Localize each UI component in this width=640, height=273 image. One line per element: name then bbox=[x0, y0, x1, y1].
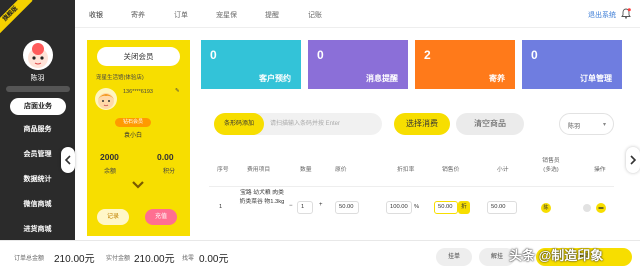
store-tag bbox=[6, 86, 70, 92]
barcode-input[interactable] bbox=[270, 113, 378, 135]
header-divider bbox=[209, 186, 614, 187]
order-total-label: 订单总金额 bbox=[14, 256, 45, 262]
watermark: 头条 @制造印象 bbox=[509, 248, 604, 263]
member-name: 袁小白 bbox=[124, 133, 143, 139]
edit-icon[interactable]: ✎ bbox=[175, 88, 180, 94]
member-card: 关闭会员 宠星生活馆(体验店) 136****6193 ✎ 钻石会员 袁小白 2… bbox=[87, 40, 190, 236]
chevron-left-icon[interactable] bbox=[61, 147, 75, 173]
close-member-button[interactable]: 关闭会员 bbox=[97, 47, 180, 66]
member-level-badge: 钻石会员 bbox=[115, 118, 151, 127]
logout-link[interactable]: 退出系统 bbox=[588, 10, 616, 20]
tile-orders-label: 订单管理 bbox=[580, 74, 612, 83]
tile-messages-label: 消息提醒 bbox=[366, 74, 398, 83]
staff-avatar[interactable]: 陈 bbox=[541, 203, 551, 213]
points-label: 积分 bbox=[163, 169, 176, 175]
member-avatar bbox=[95, 88, 117, 110]
subtotal-input[interactable]: 50.00 bbox=[487, 201, 517, 214]
change-label: 找零 bbox=[182, 256, 195, 262]
qty-decrease-button[interactable]: − bbox=[289, 203, 293, 209]
col-qty: 数量 bbox=[300, 167, 312, 173]
nav-orders[interactable]: 订单 bbox=[174, 10, 188, 20]
tile-orders[interactable]: 0 订单管理 bbox=[522, 40, 622, 89]
barcode-bar: 条形码添加 bbox=[214, 113, 382, 135]
row-item-name: 宝路 幼犬粮 肉类奶类菜谷 物1.3kg bbox=[239, 190, 285, 205]
points-value: 0.00 bbox=[157, 152, 174, 162]
col-price: 原价 bbox=[335, 167, 347, 173]
select-consumption-button[interactable]: 选择消费 bbox=[394, 113, 450, 135]
remove-item-icon[interactable] bbox=[596, 203, 606, 213]
sidebar-item-wechat-mall[interactable]: 微信商城 bbox=[0, 196, 75, 213]
nav-reminders[interactable]: 提醒 bbox=[265, 10, 279, 20]
col-subtotal: 小计 bbox=[497, 167, 509, 173]
nav-cashier[interactable]: 收银 bbox=[89, 10, 103, 20]
store-name: 陈羽 bbox=[30, 75, 45, 82]
paid-amount-label: 实付金额 bbox=[106, 256, 131, 262]
top-nav: 收银 寄养 订单 宠星保 提醒 记账 退出系统 bbox=[75, 0, 640, 28]
paid-amount-value: 210.00元 bbox=[134, 254, 175, 265]
col-discount: 折扣率 bbox=[397, 167, 415, 173]
tile-messages[interactable]: 0 消息提醒 bbox=[308, 40, 408, 89]
edition-ribbon: 旗舰版 bbox=[0, 0, 33, 37]
hold-order-button[interactable]: 挂单 bbox=[436, 248, 472, 266]
qty-increase-button[interactable]: + bbox=[319, 202, 323, 208]
nav-pet-insurance[interactable]: 宠星保 bbox=[216, 10, 237, 20]
barcode-add-button[interactable]: 条形码添加 bbox=[214, 113, 264, 135]
col-actions: 操作 bbox=[594, 167, 606, 173]
col-staff: 销售员 (多选) bbox=[542, 158, 560, 173]
bell-icon[interactable] bbox=[621, 8, 631, 19]
nav-boarding[interactable]: 寄养 bbox=[131, 10, 145, 20]
tile-messages-value: 0 bbox=[317, 48, 324, 62]
store-avatar[interactable] bbox=[23, 40, 53, 70]
tile-orders-value: 0 bbox=[531, 48, 538, 62]
balance-value: 2000 bbox=[100, 152, 119, 162]
balance-label: 余额 bbox=[104, 169, 117, 175]
tile-appointments-value: 0 bbox=[210, 48, 217, 62]
staff-select[interactable]: 陈羽 ▾ bbox=[559, 113, 614, 135]
sale-price-input[interactable]: 50.00 bbox=[434, 201, 458, 214]
discount-input[interactable]: 100.00 bbox=[386, 201, 412, 214]
recharge-button[interactable]: 充值 bbox=[145, 209, 177, 225]
qty-input[interactable]: 1 bbox=[297, 201, 313, 214]
sidebar-item-store-business[interactable]: 店面业务 bbox=[10, 98, 66, 115]
order-panel: 条形码添加 选择消费 清空商品 陈羽 ▾ 序号 费用项目 数量 原价 折扣率 销… bbox=[201, 100, 621, 240]
chevron-down-icon[interactable] bbox=[131, 180, 145, 190]
chevron-down-icon: ▾ bbox=[602, 122, 606, 128]
tile-appointments-label: 客户预约 bbox=[259, 74, 291, 83]
col-index: 序号 bbox=[217, 167, 229, 173]
nav-bookkeeping[interactable]: 记账 bbox=[308, 10, 322, 20]
member-phone: 136****6193 bbox=[123, 89, 153, 95]
tile-boarding-label: 寄养 bbox=[489, 74, 505, 83]
col-sale-price: 销售价 bbox=[442, 167, 460, 173]
record-button[interactable]: 记录 bbox=[97, 209, 129, 225]
row-index: 1 bbox=[219, 204, 223, 210]
item-detail-icon[interactable] bbox=[583, 204, 591, 212]
col-item: 费用项目 bbox=[247, 167, 271, 173]
tile-boarding-value: 2 bbox=[424, 48, 431, 62]
sidebar-item-statistics[interactable]: 数据统计 bbox=[0, 171, 75, 188]
price-input[interactable]: 50.00 bbox=[335, 201, 359, 214]
discount-unit: % bbox=[414, 204, 420, 210]
change-value: 0.00元 bbox=[199, 254, 229, 265]
order-total-value: 210.00元 bbox=[54, 254, 95, 265]
clear-goods-button[interactable]: 清空商品 bbox=[456, 113, 524, 135]
sidebar: 旗舰版 陈羽 店面业务 商品服务 会员管理 数据统计 微信商城 进货商城 bbox=[0, 0, 75, 240]
staff-select-value: 陈羽 bbox=[568, 124, 581, 130]
discount-tag-button[interactable]: 折 bbox=[458, 201, 470, 214]
sidebar-item-goods-services[interactable]: 商品服务 bbox=[0, 121, 75, 138]
chevron-right-icon[interactable] bbox=[626, 147, 640, 173]
tile-appointments[interactable]: 0 客户预约 bbox=[201, 40, 301, 89]
sidebar-item-purchase-mall[interactable]: 进货商城 bbox=[0, 221, 75, 238]
member-shop: 宠星生活馆(体验店) bbox=[96, 75, 144, 81]
tile-boarding[interactable]: 2 寄养 bbox=[415, 40, 515, 89]
